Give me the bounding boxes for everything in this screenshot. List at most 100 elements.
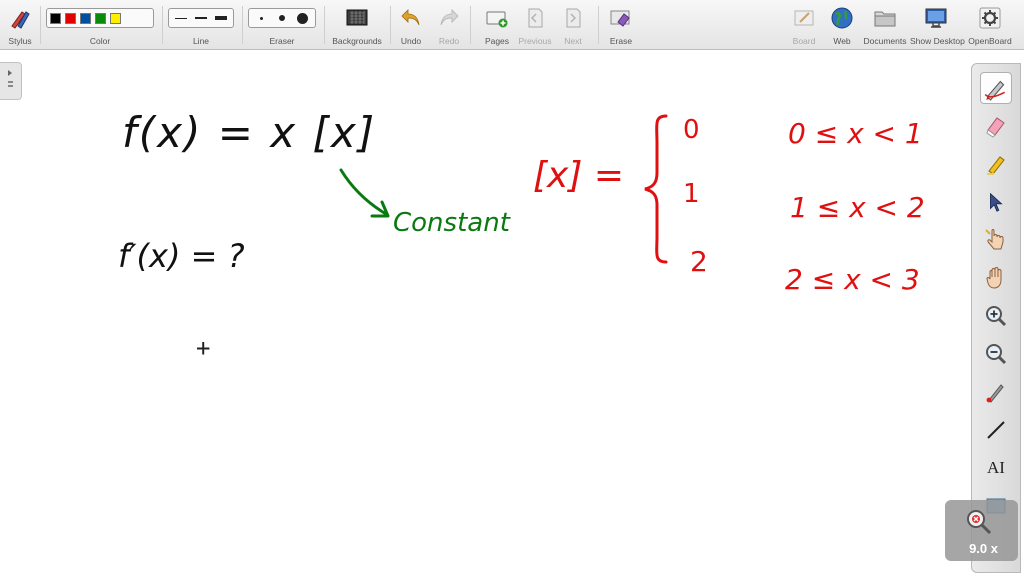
backgrounds-button[interactable]: Backgrounds: [328, 0, 386, 50]
text-tool[interactable]: AI: [980, 452, 1012, 484]
eraser-medium-button[interactable]: [272, 10, 291, 26]
erase-label: Erase: [609, 36, 633, 46]
line-tool[interactable]: [980, 414, 1012, 446]
pages-button[interactable]: Pages: [478, 0, 516, 50]
color-black[interactable]: [50, 12, 61, 24]
board-icon: [794, 10, 814, 26]
laser-pointer-tool[interactable]: [980, 376, 1012, 408]
line-label: Line: [192, 36, 210, 46]
stylus-button[interactable]: Stylus: [2, 0, 38, 50]
annotation-arrow: [339, 168, 390, 218]
openboard-window: Stylus Color Line Eraser Backgrounds Und…: [0, 0, 1024, 576]
color-blue[interactable]: [80, 12, 91, 24]
erase-button[interactable]: Erase: [602, 0, 640, 50]
undo-icon: [401, 9, 420, 26]
gif-value: 2: [690, 245, 708, 278]
cursor-arrow-icon: [990, 192, 1003, 212]
grid-background-icon: [346, 9, 368, 26]
zoom-in-tool[interactable]: [980, 300, 1012, 332]
stylus-label: Stylus: [8, 36, 32, 46]
documents-mode-button[interactable]: Documents: [862, 0, 908, 50]
gif-range: 2 ≤ x < 3: [785, 263, 920, 296]
openboard-label: OpenBoard: [968, 36, 1012, 46]
eraser-icon: [986, 117, 1005, 138]
color-palette: [46, 8, 154, 28]
zoom-out-icon: [986, 344, 1007, 365]
laser-pointer-icon: [986, 384, 1004, 403]
hand-tool[interactable]: [980, 262, 1012, 294]
undo-button[interactable]: Undo: [394, 0, 428, 50]
color-group: Color: [44, 0, 156, 50]
undo-label: Undo: [400, 36, 422, 46]
constant-annotation: Constant: [393, 208, 510, 238]
show-desktop-button[interactable]: Show Desktop: [910, 0, 965, 50]
highlighter-tool[interactable]: [980, 148, 1012, 180]
zoom-indicator: 9.0 x: [945, 500, 1018, 561]
toolbar-divider: [470, 6, 471, 44]
monitor-icon: [925, 8, 947, 28]
gif-value: 0: [683, 115, 700, 145]
show-desktop-label: Show Desktop: [910, 36, 965, 46]
line-medium-button[interactable]: [192, 10, 211, 26]
gear-icon: [979, 7, 1001, 29]
color-red[interactable]: [65, 12, 76, 24]
board-mode-button[interactable]: Board: [786, 0, 822, 50]
eraser-small-button[interactable]: [252, 10, 271, 26]
eraser-group: Eraser: [246, 0, 318, 50]
line-group: Line: [166, 0, 236, 50]
toolbar-divider: [324, 6, 325, 44]
color-yellow[interactable]: [110, 12, 121, 24]
eraser-tool[interactable]: [980, 110, 1012, 142]
redo-label: Redo: [438, 36, 460, 46]
toolbar-divider: [242, 6, 243, 44]
gif-definition-lhs: [x] =: [533, 155, 625, 196]
toolbar-divider: [598, 6, 599, 44]
interact-tool[interactable]: [980, 224, 1012, 256]
zoom-out-tool[interactable]: [980, 338, 1012, 370]
previous-label: Previous: [518, 36, 552, 46]
toolbar-divider: [40, 6, 41, 44]
main-toolbar: Stylus Color Line Eraser Backgrounds Und…: [0, 0, 1024, 50]
gif-range: 0 ≤ x < 1: [788, 117, 923, 150]
crosshair-cursor: +: [196, 334, 211, 362]
redo-button[interactable]: Redo: [432, 0, 466, 50]
function-definition: f(x) = x [x]: [122, 108, 377, 157]
globe-icon: [831, 7, 853, 29]
highlighter-icon: [987, 156, 1005, 175]
line-icon: [987, 421, 1005, 439]
redo-icon: [440, 9, 459, 26]
text-icon: AI: [987, 458, 1005, 477]
documents-label: Documents: [863, 36, 907, 46]
web-mode-button[interactable]: Web: [824, 0, 860, 50]
next-page-icon: [566, 8, 581, 28]
eraser-label: Eraser: [269, 36, 295, 46]
toolbar-divider: [390, 6, 391, 44]
line-thin-button[interactable]: [172, 10, 191, 26]
pen-icon: [984, 80, 1006, 101]
line-thick-button[interactable]: [211, 10, 230, 26]
stylus-icon: [11, 11, 30, 29]
tool-palette: AI: [971, 63, 1021, 573]
eraser-large-button[interactable]: [293, 10, 312, 26]
select-tool[interactable]: [980, 186, 1012, 218]
line-width-picker: [168, 8, 234, 28]
derivative-question: f′(x) = ?: [118, 237, 245, 275]
backgrounds-label: Backgrounds: [332, 36, 382, 46]
eraser-size-picker: [248, 8, 316, 28]
board-label: Board: [792, 36, 816, 46]
clear-board-icon: [610, 10, 630, 27]
previous-page-icon: [528, 8, 543, 28]
previous-page-button[interactable]: Previous: [516, 0, 554, 50]
zoom-in-icon: [986, 306, 1007, 327]
hand-icon: [986, 267, 1002, 289]
piecewise-brace: [644, 114, 668, 264]
whiteboard-canvas[interactable]: f(x) = x [x] Constant f′(x) = ? + [x] = …: [0, 51, 971, 576]
magnifier-icon: [967, 510, 992, 535]
openboard-menu-button[interactable]: OpenBoard: [964, 0, 1016, 50]
folder-icon: [874, 11, 896, 27]
color-green[interactable]: [95, 12, 106, 24]
pen-tool[interactable]: [980, 72, 1012, 104]
pointing-hand-icon: [985, 229, 1004, 250]
next-page-button[interactable]: Next: [554, 0, 592, 50]
gif-range: 1 ≤ x < 2: [790, 191, 925, 224]
